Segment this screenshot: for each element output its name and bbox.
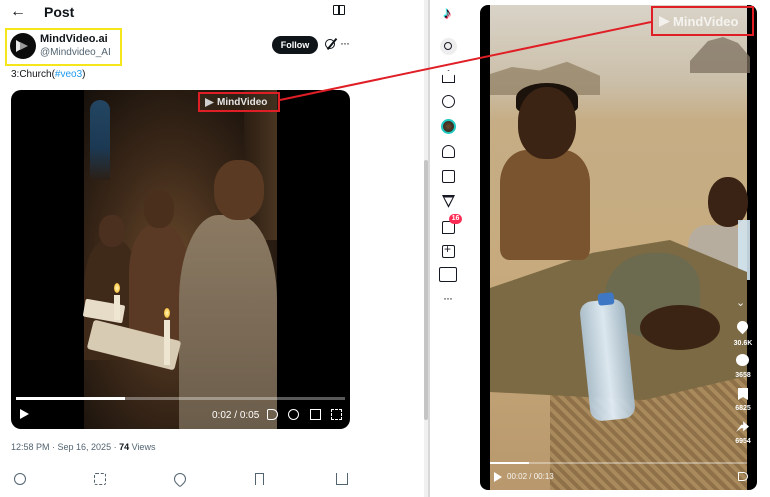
candle-flame: [164, 308, 170, 318]
author-highlight-box: [5, 28, 122, 66]
desert-scene-frame: [490, 5, 750, 490]
stained-window: [90, 100, 110, 180]
church-scene-frame: [82, 90, 277, 429]
candle: [114, 295, 120, 320]
figure: [144, 190, 174, 228]
volume-icon[interactable]: [738, 472, 748, 481]
follow-button[interactable]: Follow: [272, 36, 318, 54]
time-total: 0:05: [239, 410, 260, 421]
tiktok-logo-icon[interactable]: [443, 5, 455, 24]
candle-flame: [114, 283, 120, 293]
post-text-prefix: 3:Church(: [11, 69, 55, 80]
comments-count: 3658: [735, 372, 751, 379]
time-current: 00:02: [507, 472, 528, 481]
post-timestamp[interactable]: 12:58 PM · Sep 16, 2025 ·: [11, 442, 119, 452]
watermark-highlight-box-left: MindVideo: [198, 92, 280, 112]
reader-mode-icon[interactable]: [333, 5, 345, 15]
more-options-icon[interactable]: ···: [340, 36, 350, 50]
inbox-badge: 16: [449, 214, 462, 224]
views-label: Views: [129, 442, 156, 452]
woman-face: [640, 305, 720, 350]
video-progress-fill: [16, 397, 125, 400]
watermark-text: MindVideo: [673, 14, 739, 29]
views-count: 74: [119, 442, 130, 452]
settings-gear-icon[interactable]: [288, 409, 299, 420]
explore-compass-icon[interactable]: [442, 95, 455, 108]
page-title: Post: [44, 4, 75, 20]
mindvideo-watermark-icon: [205, 98, 214, 107]
video-progress-bar[interactable]: [16, 397, 345, 400]
live-tv-icon[interactable]: [442, 170, 455, 183]
candle: [164, 320, 170, 365]
boy-figure: [500, 150, 590, 260]
search-icon[interactable]: [440, 38, 457, 55]
grok-icon[interactable]: [325, 39, 335, 49]
following-avatar[interactable]: [441, 119, 456, 134]
fullscreen-icon[interactable]: [331, 409, 342, 420]
likes-count: 30.6K: [733, 340, 753, 347]
time-total: 00:13: [533, 472, 554, 481]
share-icon[interactable]: [336, 473, 348, 485]
watermark-text: MindVideo: [217, 97, 268, 108]
volume-icon[interactable]: [267, 409, 278, 420]
play-icon[interactable]: [494, 472, 502, 482]
figure: [214, 160, 264, 220]
tree: [690, 37, 750, 73]
tiktok-progress-bar[interactable]: [490, 462, 747, 464]
like-heart-icon[interactable]: [171, 470, 189, 488]
x-post-pane: ← Post MindVideo.ai @Mindvideo_AI Follow…: [0, 0, 428, 497]
video-time: 0:02 / 0:05: [212, 410, 260, 421]
upload-plus-icon[interactable]: [442, 242, 455, 258]
watermark-highlight-box-right: MindVideo: [651, 6, 754, 36]
post-text: 3:Church(#veo3): [11, 69, 86, 80]
more-menu-icon[interactable]: ···: [443, 291, 453, 305]
time-current: 0:02: [212, 410, 232, 421]
chevron-down-icon[interactable]: ⌄: [736, 296, 745, 309]
bookmarks-count: 6825: [735, 405, 751, 412]
shares-count: 6954: [735, 438, 751, 445]
post-video-player[interactable]: 0:02 / 0:05: [11, 90, 350, 429]
comment-icon[interactable]: [736, 354, 749, 366]
play-icon[interactable]: [20, 409, 29, 419]
friends-icon[interactable]: [442, 145, 455, 158]
post-metadata: 12:58 PM · Sep 16, 2025 · 74 Views: [11, 442, 155, 452]
figure: [99, 215, 125, 247]
tiktok-video-time: 00:02 / 00:13: [507, 472, 554, 481]
tiktok-video-player[interactable]: [480, 5, 757, 490]
profile-icon[interactable]: [439, 267, 457, 282]
bottle-cap: [597, 292, 615, 306]
post-text-suffix: ): [82, 69, 86, 80]
bookmark-icon[interactable]: [255, 473, 264, 485]
picture-in-picture-icon[interactable]: [310, 409, 321, 420]
tiktok-progress-fill: [490, 462, 529, 464]
hashtag-link[interactable]: #veo3: [55, 69, 82, 80]
repost-icon[interactable]: [94, 473, 106, 485]
back-arrow-icon[interactable]: ←: [10, 3, 26, 21]
mindvideo-watermark-icon: [659, 16, 670, 27]
boy-figure: [518, 87, 576, 159]
reply-icon[interactable]: [14, 473, 26, 485]
